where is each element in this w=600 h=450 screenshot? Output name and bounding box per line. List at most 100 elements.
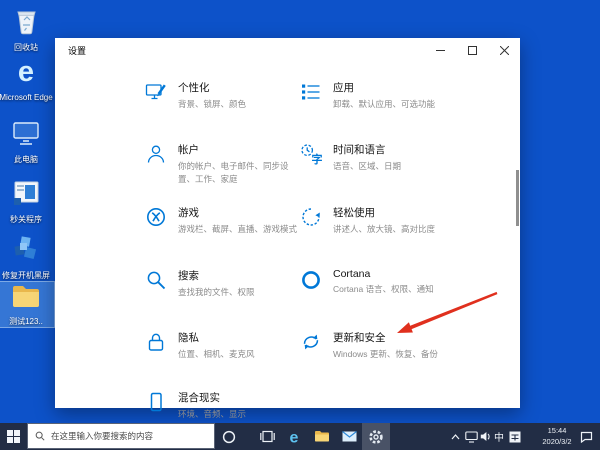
cubes-icon [14,236,37,260]
cortana-icon [222,430,236,443]
desktop-icon-label: 测试123.. [9,317,43,326]
category-personalization[interactable]: 个性化 背景、锁屏、颜色 [145,80,302,111]
mixed-reality-icon [145,391,167,413]
search-placeholder-text: 在这里输入你要搜索的内容 [51,431,154,441]
accounts-icon [145,143,167,165]
minimize-button[interactable] [424,38,456,62]
category-subtitle: 环境、音频、显示 [178,409,247,419]
action-center-icon [580,431,592,443]
category-apps[interactable]: 应用 卸载、默认应用、可选功能 [300,80,471,111]
search-icon [35,431,45,441]
clock-date: 2020/3/2 [542,436,572,446]
category-cortana[interactable]: Cortana Cortana 语言、权限、通知 [300,268,471,296]
category-update-security[interactable]: 更新和安全 Windows 更新、恢复、备份 [300,330,471,361]
tray-chevron-button[interactable] [447,423,463,450]
apps-icon [302,84,322,100]
desktop-icon-quick-close-app[interactable]: 秒关程序 [0,178,54,225]
clock-time: 15:44 [547,426,567,436]
category-subtitle: 游戏栏、截屏、直播、游戏模式 [178,224,298,234]
privacy-icon [145,331,167,353]
titlebar[interactable]: 设置 [55,38,520,62]
svg-text:e: e [18,56,34,86]
edge-taskbar-button[interactable]: e [281,423,307,450]
category-title: 轻松使用 [333,207,375,219]
cortana-button[interactable] [216,423,242,450]
taskbar: 在这里输入你要搜索的内容 e 中 15:44 2020/3/2 [0,423,600,450]
taskbar-search-input[interactable]: 在这里输入你要搜索的内容 [27,423,215,449]
scrollbar-thumb[interactable] [516,170,519,226]
close-icon [499,45,509,55]
folder-icon [315,431,329,442]
desktop-icon-fix-black-screen[interactable]: 修复开机黑屏 [0,234,54,281]
file-explorer-button[interactable] [309,423,335,450]
desktop-icon-label: Microsoft Edge [0,93,53,102]
gear-icon [369,429,383,444]
category-ease-of-access[interactable]: 轻松使用 讲述人、放大镜、高对比度 [300,205,471,236]
time-language-icon: 字 [300,143,322,165]
ease-of-access-icon [300,206,320,228]
desktop-icon-microsoft-edge[interactable]: e Microsoft Edge [0,56,54,103]
category-privacy[interactable]: 隐私 位置、相机、麦克风 [145,330,302,361]
maximize-icon [467,45,477,55]
category-subtitle: 语音、区域、日期 [333,161,402,171]
category-mixed-reality[interactable]: 混合现实 环境、音频、显示 [145,390,302,421]
desktop: 回收站 e Microsoft Edge 此电脑 秒关程序 修复开机黑屏 测试1… [0,0,600,450]
category-title: Cortana [333,268,371,280]
speaker-icon [480,432,490,441]
category-title: 隐私 [178,332,199,344]
desktop-icon-recycle-bin[interactable]: 回收站 [0,6,54,53]
edge-icon: e [290,429,299,445]
tray-ime-mode-button[interactable]: 中 [492,423,506,450]
windows-logo-icon [6,430,20,443]
category-subtitle: Windows 更新、恢复、备份 [333,349,438,359]
task-view-icon [259,430,275,443]
category-subtitle: 讲述人、放大镜、高对比度 [333,224,436,234]
category-title: 个性化 [178,82,210,94]
folder-icon [13,286,39,307]
this-pc-icon [13,122,39,145]
desktop-icon-label: 此电脑 [14,155,38,164]
desktop-icon-test-folder[interactable]: 测试123.. [0,281,55,328]
category-subtitle: 你的帐户、电子邮件、同步设置、工作、家庭 [178,161,289,184]
category-title: 搜索 [178,270,199,282]
ime-mode-label: 中 [494,433,504,444]
tray-volume-button[interactable] [478,423,493,450]
search-icon [145,269,167,291]
desktop-icon-this-pc[interactable]: 此电脑 [0,118,54,165]
mail-button[interactable] [336,423,362,450]
category-title: 更新和安全 [333,332,386,344]
tray-ime-icon-button[interactable] [506,423,524,450]
personalization-icon [145,81,167,103]
ime-grid-icon [509,431,521,442]
category-accounts[interactable]: 帐户 你的帐户、电子邮件、同步设置、工作、家庭 [145,142,302,186]
maximize-button[interactable] [456,38,488,62]
recycle-bin-icon [17,11,36,35]
category-gaming[interactable]: 游戏 游戏栏、截屏、直播、游戏模式 [145,205,302,236]
update-security-icon [300,334,322,350]
app-window-icon [14,181,39,205]
category-subtitle: 背景、锁屏、颜色 [178,99,247,109]
svg-text:字: 字 [312,152,323,165]
category-subtitle: Cortana 语言、权限、通知 [333,284,434,294]
desktop-icon-label: 修复开机黑屏 [2,271,50,280]
chevron-up-icon [451,433,459,439]
settings-taskbar-button[interactable] [362,423,390,450]
close-button[interactable] [488,38,520,62]
category-subtitle: 卸载、默认应用、可选功能 [333,99,436,109]
category-title: 混合现实 [178,392,220,404]
category-time-language[interactable]: 字 时间和语言 语音、区域、日期 [300,142,471,173]
category-search[interactable]: 搜索 查找我的文件、权限 [145,268,302,299]
tray-network-button[interactable] [463,423,479,450]
task-view-button[interactable] [254,423,280,450]
edge-icon: e [18,56,34,88]
svg-text:e: e [290,429,299,445]
start-button[interactable] [0,423,26,450]
window-title: 设置 [68,46,87,56]
mail-icon [341,431,357,442]
gaming-icon [145,206,167,228]
action-center-button[interactable] [575,423,597,450]
desktop-icon-label: 秒关程序 [10,215,42,224]
category-title: 时间和语言 [333,144,386,156]
desktop-icon-label: 回收站 [14,43,38,52]
category-title: 应用 [333,82,354,94]
